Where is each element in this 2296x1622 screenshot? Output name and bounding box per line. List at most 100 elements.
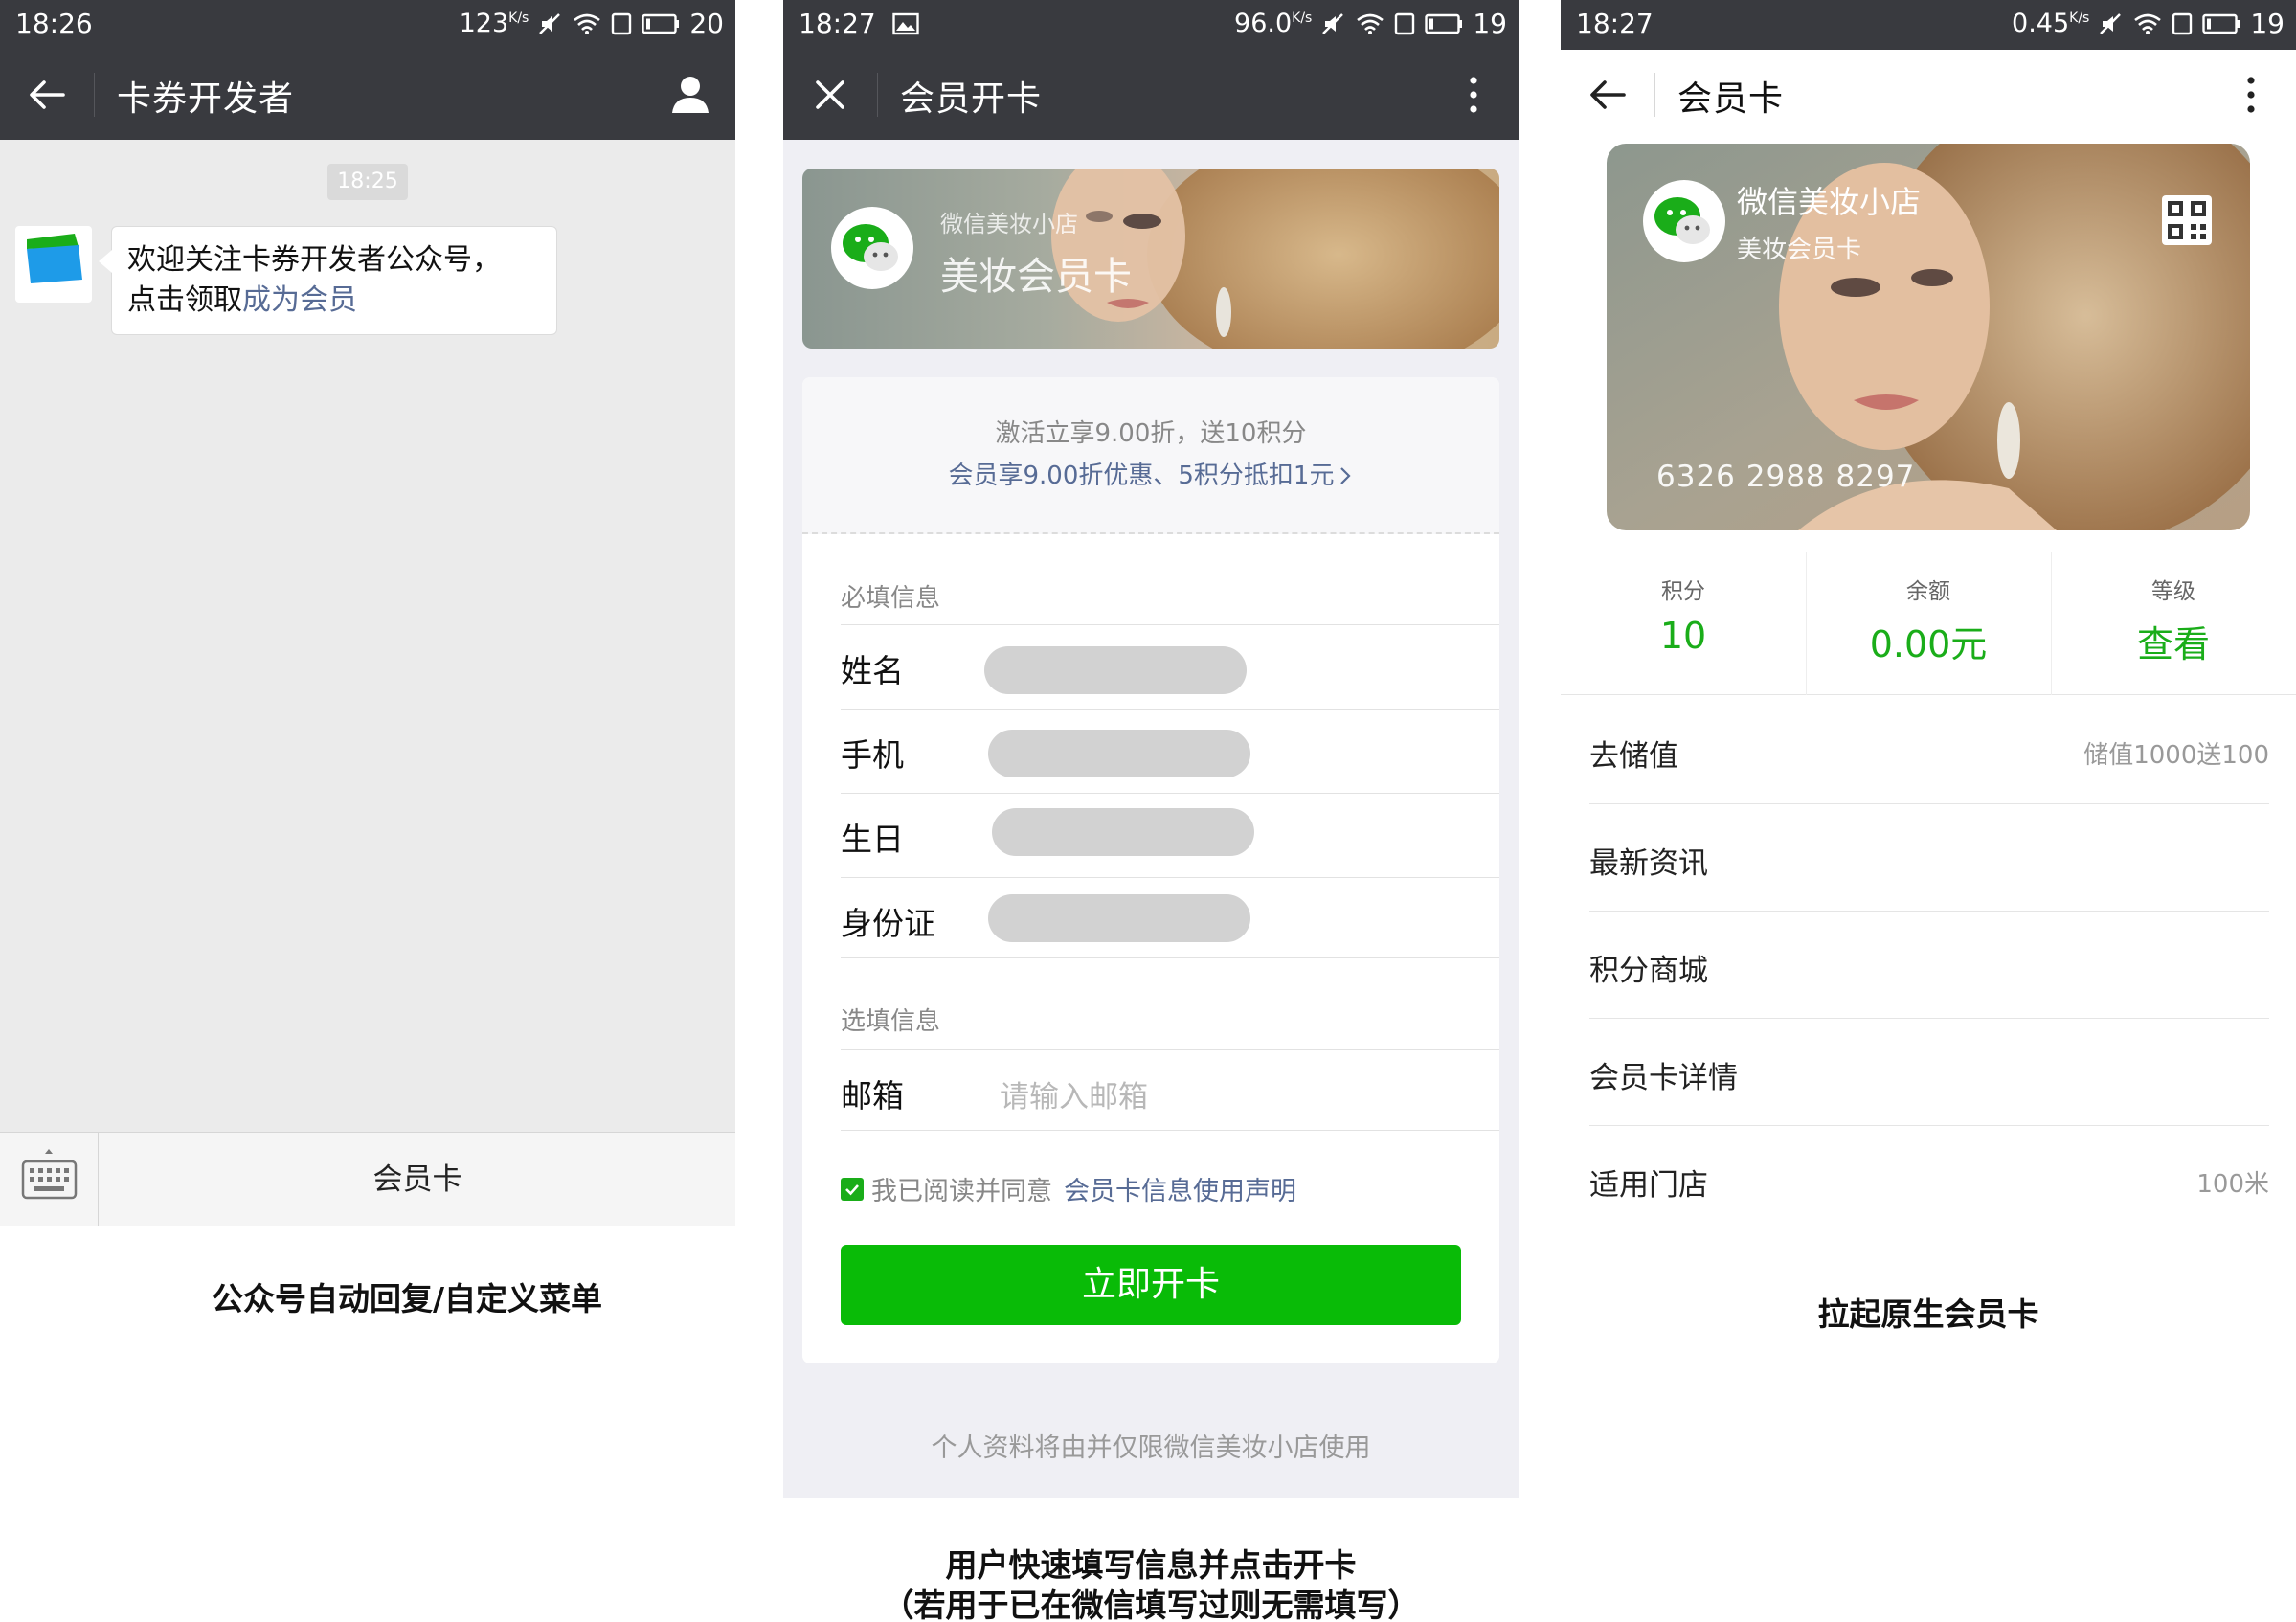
page-title: 会员卡 — [1677, 79, 1785, 119]
list-item-points-mall[interactable]: 积分商城 — [1589, 912, 2269, 1019]
keyboard-icon — [21, 1149, 78, 1200]
agreement-checkbox[interactable] — [841, 1177, 864, 1201]
message-timestamp: 18:25 — [327, 164, 408, 200]
stat-value: 0.00元 — [1869, 623, 1988, 665]
back-arrow-icon[interactable] — [25, 73, 69, 117]
battery-level: 19 — [2250, 8, 2285, 39]
birthday-input[interactable] — [992, 808, 1254, 856]
agreement-row: 我已阅读并同意 会员卡信息使用声明 — [841, 1170, 1296, 1207]
message-line-2: 点击领取成为会员 — [127, 283, 357, 317]
divider — [841, 709, 1499, 710]
become-member-link[interactable]: 成为会员 — [242, 283, 357, 317]
title-separator — [1654, 73, 1655, 117]
promo-line-2[interactable]: 会员享9.00折优惠、5积分抵扣1元 — [802, 456, 1499, 491]
stat-balance[interactable]: 余额 0.00元 — [1806, 552, 2051, 695]
sim-icon — [612, 12, 632, 34]
back-arrow-icon[interactable] — [1586, 73, 1630, 117]
custom-menu-bar: 会员卡 — [0, 1132, 735, 1226]
stat-label: 积分 — [1661, 579, 1705, 604]
privacy-note: 个人资料将由并仅限微信美妆小店使用 — [931, 1433, 1371, 1463]
close-icon[interactable] — [808, 73, 852, 117]
profile-icon[interactable] — [666, 71, 714, 119]
network-speed: 123K/s — [459, 9, 529, 38]
mute-icon — [1322, 12, 1344, 34]
email-input[interactable]: 请输入邮箱 — [1000, 1072, 1148, 1115]
image-icon — [891, 12, 919, 35]
status-bar: 18:27 0.45K/s 19 — [1561, 0, 2296, 50]
divider — [841, 877, 1499, 878]
field-label-email: 邮箱 — [841, 1077, 904, 1115]
battery-level: 19 — [1473, 8, 1507, 39]
field-label-name: 姓名 — [841, 652, 904, 689]
more-dots-icon[interactable] — [1450, 71, 1497, 119]
stat-points[interactable]: 积分 10 — [1561, 552, 1806, 695]
qrcode-icon[interactable] — [2162, 195, 2212, 245]
list-item-label: 适用门店 — [1589, 1168, 1708, 1203]
more-dots-icon[interactable] — [2227, 71, 2275, 119]
account-avatar[interactable] — [15, 226, 92, 303]
battery-icon — [1425, 13, 1463, 34]
mute-icon — [2100, 12, 2122, 34]
list-item-card-details[interactable]: 会员卡详情 — [1589, 1019, 2269, 1126]
page-title: 会员开卡 — [900, 79, 1043, 119]
member-card[interactable]: 微信美妆小店 美妆会员卡 6326 2988 8297 — [1607, 144, 2250, 530]
stat-level[interactable]: 等级 查看 — [2051, 552, 2296, 695]
mute-icon — [539, 12, 561, 34]
activation-form: 激活立享9.00折，送10积分 会员享9.00折优惠、5积分抵扣1元 必填信息 … — [802, 377, 1499, 1363]
card-stats: 积分 10 余额 0.00元 等级 查看 — [1561, 552, 2296, 695]
agreement-link[interactable]: 会员卡信息使用声明 — [1064, 1170, 1296, 1207]
list-item-stores[interactable]: 适用门店 100米 — [1589, 1126, 2269, 1226]
network-speed: 0.45K/s — [2012, 9, 2090, 38]
network-speed: 96.0K/s — [1234, 9, 1313, 38]
sim-icon — [1395, 12, 1415, 34]
open-card-button[interactable]: 立即开卡 — [841, 1245, 1461, 1325]
title-bar: 会员卡 — [1561, 50, 2296, 140]
status-bar: 18:27 96.0K/s 19 — [783, 0, 1519, 50]
status-time: 18:26 — [15, 8, 93, 39]
title-bar: 会员开卡 — [783, 50, 1519, 140]
name-input[interactable] — [984, 646, 1247, 694]
caption-screen-3: 拉起原生会员卡 — [1817, 1295, 2039, 1333]
battery-level: 20 — [689, 8, 724, 39]
optional-section-label: 选填信息 — [841, 1007, 941, 1036]
stat-label: 余额 — [1906, 579, 1950, 604]
field-label-birthday: 生日 — [841, 821, 904, 858]
sim-icon — [2172, 12, 2193, 34]
keyboard-toggle[interactable] — [0, 1133, 99, 1226]
caption-screen-2-line-1: 用户快速填写信息并点击开卡 — [945, 1546, 1357, 1584]
list-item-value: 100米 — [2196, 1170, 2269, 1199]
divider — [841, 1130, 1499, 1131]
battery-icon — [642, 13, 680, 34]
promo-line-1: 激活立享9.00折，送10积分 — [995, 419, 1307, 448]
wifi-icon — [1357, 13, 1384, 34]
status-bar: 18:26 123K/s 20 — [0, 0, 735, 50]
caption-screen-1: 公众号自动回复/自定义菜单 — [211, 1280, 603, 1318]
list-item-recharge[interactable]: 去储值 储值1000送100 — [1589, 697, 2269, 804]
wechat-logo-icon — [831, 207, 913, 289]
banner-shop-name: 微信美妆小店 — [940, 211, 1078, 237]
title-separator — [877, 73, 878, 117]
required-section-label: 必填信息 — [841, 584, 941, 613]
message-line-1: 欢迎关注卡券开发者公众号， — [127, 243, 501, 277]
list-item-label: 最新资讯 — [1589, 846, 1708, 881]
title-bar: 卡券开发者 — [0, 50, 735, 140]
list-item-label: 去储值 — [1589, 739, 1678, 774]
screen-open-card-form: 18:27 96.0K/s 19 会员开卡 微信美妆小店 美妆会员卡 激活立享9… — [783, 0, 1519, 1498]
card-logo-icon — [27, 234, 82, 283]
card-shop-name: 微信美妆小店 — [1737, 184, 1922, 220]
wifi-icon — [2134, 13, 2162, 34]
wechat-logo-icon — [1643, 180, 1725, 262]
message-bubble: 欢迎关注卡券开发者公众号， 点击领取成为会员 — [99, 226, 557, 335]
promo-section: 激活立享9.00折，送10积分 会员享9.00折优惠、5积分抵扣1元 — [802, 377, 1499, 534]
list-item-news[interactable]: 最新资讯 — [1589, 804, 2269, 912]
id-card-input[interactable] — [988, 894, 1250, 942]
list-item-label: 积分商城 — [1589, 954, 1708, 988]
status-time: 18:27 — [799, 8, 919, 39]
phone-input[interactable] — [988, 730, 1250, 777]
chevron-right-icon — [1340, 467, 1352, 484]
menu-item-member-card[interactable]: 会员卡 — [100, 1133, 735, 1226]
screen-official-account-chat: 18:26 123K/s 20 卡券开发者 18:25 欢迎关注卡券开发者公众号… — [0, 0, 735, 1226]
wifi-icon — [574, 13, 601, 34]
field-label-phone: 手机 — [841, 736, 904, 774]
divider — [841, 1049, 1499, 1050]
